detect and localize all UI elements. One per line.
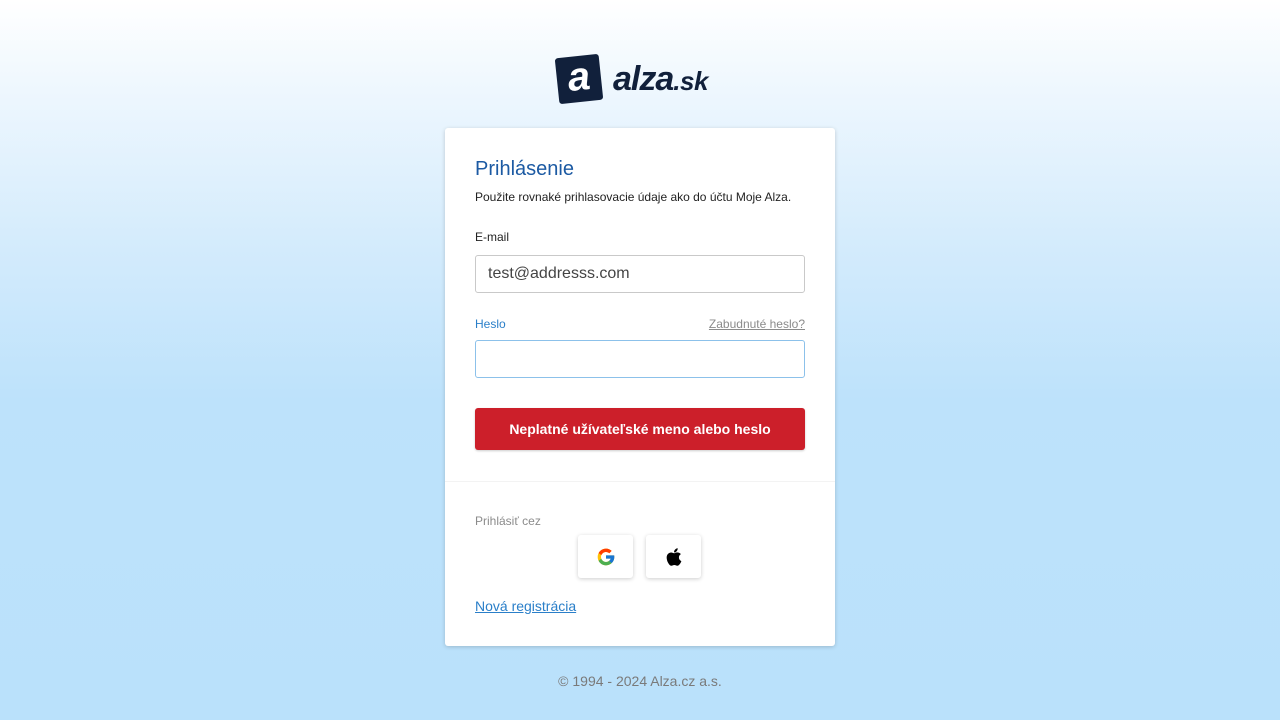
login-error-button[interactable]: Neplatné užívateľské meno alebo heslo <box>475 408 805 450</box>
alza-logo[interactable]: a alza .sk <box>553 52 733 106</box>
login-subtitle: Použite rovnaké prihlasovacie údaje ako … <box>475 190 792 204</box>
google-icon <box>597 548 614 565</box>
page-title: Prihlásenie <box>475 158 574 180</box>
new-registration-link[interactable]: Nová registrácia <box>475 598 576 614</box>
forgot-password-link[interactable]: Zabudnuté heslo? <box>709 317 805 331</box>
divider <box>445 481 835 482</box>
logo-tld: .sk <box>673 65 708 96</box>
footer-copyright: © 1994 - 2024 Alza.cz a.s. <box>558 673 722 689</box>
password-field[interactable] <box>475 340 805 378</box>
apple-signin-button[interactable] <box>646 535 701 578</box>
email-label: E-mail <box>475 230 510 244</box>
logo-mark-letter: a <box>565 53 593 101</box>
email-field[interactable] <box>475 255 805 293</box>
login-card: Prihlásenie Použite rovnaké prihlasovaci… <box>445 128 835 646</box>
logo-mark: a <box>554 53 604 105</box>
signin-via-label: Prihlásiť cez <box>475 514 541 528</box>
logo-text: alza .sk <box>613 60 708 99</box>
logo-name: alza <box>613 59 674 98</box>
password-label: Heslo <box>475 317 506 331</box>
google-signin-button[interactable] <box>578 535 633 578</box>
apple-icon <box>666 547 681 566</box>
